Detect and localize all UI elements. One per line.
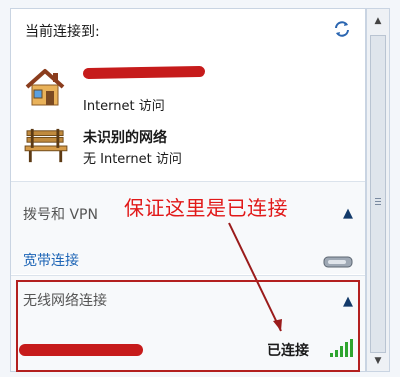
annotation-highlight-box [16, 280, 360, 372]
grip-line [375, 204, 381, 205]
broadband-device-icon [323, 256, 353, 268]
unidentified-network-name: 未识别的网络 [83, 130, 167, 146]
chevron-up-icon[interactable]: ▲ [343, 206, 353, 221]
scroll-down-arrow-icon[interactable]: ▼ [370, 353, 386, 369]
scrollbar-thumb[interactable] [370, 35, 386, 353]
current-connection-title: 当前连接到: [25, 24, 100, 40]
refresh-icon[interactable] [331, 19, 353, 39]
grip-line [375, 198, 381, 199]
connection-internet[interactable]: Internet 访问 [11, 61, 365, 117]
section-title: 拨号和 VPN [23, 207, 98, 223]
park-bench-icon [24, 128, 68, 163]
scroll-up-arrow-icon[interactable]: ▲ [370, 13, 386, 29]
home-network-icon [25, 69, 65, 106]
connection-status: Internet 访问 [83, 99, 165, 114]
redacted-network-name [82, 65, 206, 80]
grip-line [375, 201, 381, 202]
connection-status: 无 Internet 访问 [83, 152, 182, 167]
scrollbar[interactable]: ▲ ▼ [366, 8, 390, 372]
annotation-text: 保证这里是已连接 [124, 196, 288, 220]
broadband-connection-link[interactable]: 宽带连接 [23, 250, 79, 270]
connection-unidentified[interactable]: 未识别的网络 无 Internet 访问 [11, 121, 365, 175]
